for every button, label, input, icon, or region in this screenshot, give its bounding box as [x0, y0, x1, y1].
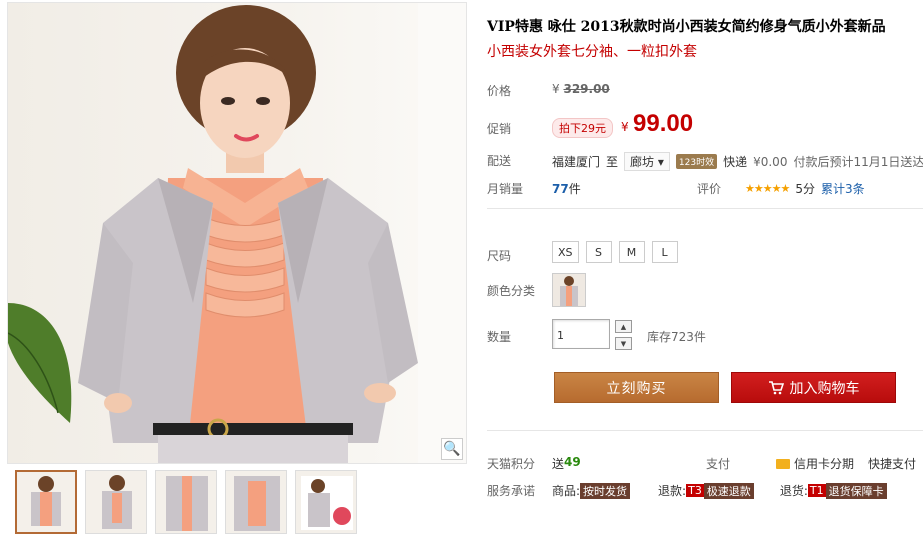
model-illustration — [8, 3, 466, 463]
credit-card-icon — [776, 458, 791, 469]
product-subtitle: 小西装女外套七分袖、一粒扣外套 — [487, 44, 697, 60]
size-option-m[interactable]: M — [618, 241, 645, 263]
rating-score: 5分 — [795, 182, 815, 196]
color-option[interactable] — [552, 273, 586, 307]
rating-label: 评价 — [697, 182, 722, 196]
sales-count: 77件 — [552, 182, 581, 196]
review-count-link[interactable]: 累计3条 — [821, 180, 865, 197]
ship-city-dropdown[interactable]: 廊坊 ▾ — [624, 152, 670, 171]
rating-stars: ★★★★★ — [745, 182, 790, 195]
original-price-value: 329.00 — [563, 82, 610, 96]
size-option-xs[interactable]: XS — [552, 241, 579, 263]
size-label: 尺码 — [487, 249, 512, 263]
delivery-time-badge: 123时效 — [675, 154, 718, 169]
product-title: VIP特惠 咏仕 2013秋款时尚小西装女简约修身气质小外套新品 — [487, 19, 886, 35]
quantity-input[interactable]: 1 — [552, 319, 610, 349]
quick-pay[interactable]: 快捷支付 — [868, 455, 916, 472]
price-label: 价格 — [487, 84, 512, 98]
thumbnail-5[interactable] — [295, 470, 357, 534]
on-time-ship-tag[interactable]: 按时发货 — [580, 482, 631, 499]
quantity-label: 数量 — [487, 330, 512, 344]
cart-icon — [768, 380, 784, 394]
credit-installment[interactable]: 信用卡分期 — [776, 455, 854, 472]
original-price: ¥ 329.00 — [552, 82, 610, 96]
add-to-cart-button[interactable]: 加入购物车 — [731, 372, 896, 403]
sales-label: 月销量 — [487, 182, 524, 196]
main-product-image[interactable]: 🔍 — [7, 2, 467, 464]
thumbnail-1[interactable] — [15, 470, 77, 534]
ship-method: 快递 — [723, 155, 748, 169]
size-option-l[interactable]: L — [651, 241, 678, 263]
product-gallery: 🔍 — [7, 0, 467, 545]
refund-code: T3 — [686, 484, 704, 497]
fast-refund-tag[interactable]: 极速退款 — [703, 482, 754, 499]
quantity-decrease-icon[interactable]: ▼ — [615, 337, 632, 350]
promo-currency: ¥ — [621, 120, 629, 134]
divider — [487, 430, 923, 431]
tmall-points-value: 49 — [564, 455, 581, 469]
divider — [487, 208, 923, 209]
return-guarantee-tag[interactable]: 退货保障卡 — [825, 482, 887, 499]
tmall-points: 天猫积分 送 49 — [487, 455, 581, 472]
promo-label: 促销 — [487, 122, 512, 136]
currency-symbol: ¥ — [552, 82, 560, 96]
color-label: 颜色分类 — [487, 284, 536, 298]
payment-label: 支付 — [706, 457, 731, 471]
product-info: VIP特惠 咏仕 2013秋款时尚小西装女简约修身气质小外套新品 小西装女外套七… — [487, 0, 923, 545]
buy-now-button[interactable]: 立刻购买 — [554, 372, 719, 403]
ship-from: 福建厦门 — [552, 155, 601, 169]
ship-fee: ¥0.00 — [753, 154, 788, 169]
add-to-cart-label: 加入购物车 — [789, 380, 860, 397]
stock-count: 库存723件 — [647, 330, 706, 344]
tmall-points-prefix: 送 — [552, 457, 565, 471]
thumbnail-strip — [15, 470, 357, 534]
service-label: 服务承诺 — [487, 484, 536, 498]
thumbnail-4[interactable] — [225, 470, 287, 534]
quantity-increase-icon[interactable]: ▲ — [615, 320, 632, 333]
thumbnail-3[interactable] — [155, 470, 217, 534]
shipping-info: 福建厦门 至 廊坊 ▾ 123时效 快递 ¥0.00 付款后预计11月1日送达 — [552, 152, 923, 171]
zoom-icon[interactable]: 🔍 — [441, 438, 463, 460]
ship-eta: 付款后预计11月1日送达 — [793, 155, 923, 169]
promo-badge: 拍下29元 — [552, 118, 613, 138]
size-options: XS S M L — [552, 241, 678, 263]
rating: 评价 ★★★★★ 5分 累计3条 — [697, 180, 865, 197]
promo-price: 99.00 — [633, 110, 694, 137]
tmall-points-label: 天猫积分 — [487, 457, 536, 471]
thumbnail-2[interactable] — [85, 470, 147, 534]
size-option-s[interactable]: S — [585, 241, 612, 263]
service-promise: 服务承诺 商品: 按时发货 退款: T3 极速退款 退货: T1 退货保障卡 — [487, 482, 887, 499]
return-code: T1 — [807, 484, 826, 497]
shipping-label: 配送 — [487, 154, 512, 168]
ship-to-label: 至 — [606, 155, 619, 169]
payment-options: 支付 信用卡分期 快捷支付 — [706, 455, 916, 472]
